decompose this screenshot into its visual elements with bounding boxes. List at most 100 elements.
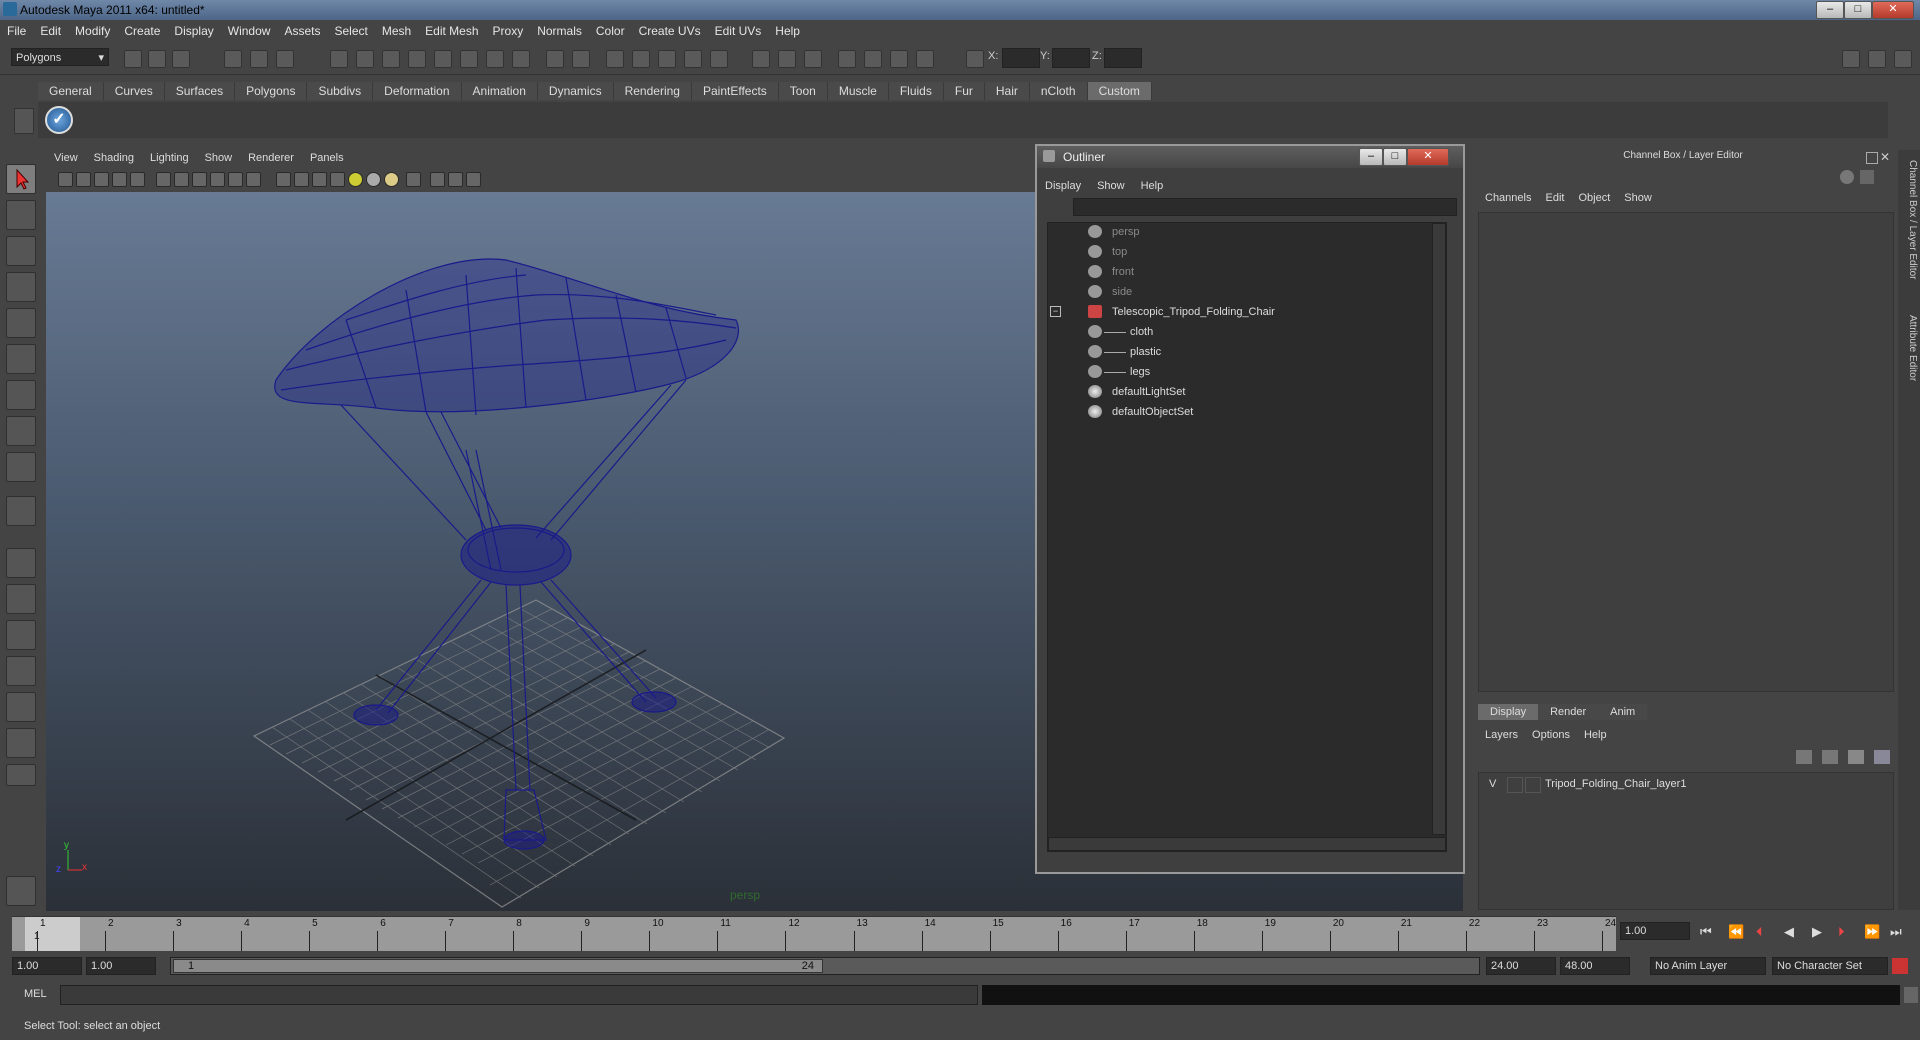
camera-select-icon[interactable]	[58, 172, 73, 187]
outliner-vertical-scrollbar[interactable]	[1432, 223, 1446, 835]
select-object-icon[interactable]	[250, 50, 268, 68]
play-forwards-button[interactable]: ▶	[1812, 924, 1822, 940]
snap-grid-icon[interactable]	[330, 50, 348, 68]
menu-edit-uvs[interactable]: Edit UVs	[708, 20, 769, 38]
graph-persp-layout-icon[interactable]	[6, 656, 36, 686]
dope-sheet-icon[interactable]	[864, 50, 882, 68]
soft-select-icon[interactable]	[804, 50, 822, 68]
hypershade-persp-layout-icon[interactable]	[6, 692, 36, 722]
four-pane-layout-icon[interactable]	[6, 584, 36, 614]
vp-menu-view[interactable]: View	[46, 150, 86, 166]
image-plane-icon[interactable]	[112, 172, 127, 187]
auto-key-icon[interactable]	[1892, 958, 1908, 974]
close-button[interactable]: ✕	[1872, 1, 1914, 19]
camera-attributes-icon[interactable]	[76, 172, 91, 187]
play-backwards-button[interactable]: ◀	[1784, 924, 1794, 940]
menu-display[interactable]: Display	[167, 20, 220, 38]
layer-menu-layers[interactable]: Layers	[1478, 729, 1525, 741]
tab-display-layers[interactable]: Display	[1478, 704, 1539, 720]
outliner-filter-input[interactable]	[1073, 198, 1457, 216]
step-back-button[interactable]: ⏪	[1728, 924, 1744, 940]
help-icon[interactable]	[512, 50, 530, 68]
move-layer-up-icon[interactable]	[1796, 750, 1812, 764]
snap-curve-icon[interactable]	[356, 50, 374, 68]
outliner-toggle-icon[interactable]	[916, 50, 934, 68]
last-tool-icon[interactable]	[6, 496, 36, 526]
tab-channel-box-vertical[interactable]: Channel Box / Layer Editor	[1900, 160, 1918, 280]
new-layer-from-selection-icon[interactable]	[1874, 750, 1890, 764]
lock-icon[interactable]	[546, 50, 564, 68]
tab-muscle[interactable]: Muscle	[827, 82, 889, 100]
show-manip-tool-icon[interactable]	[6, 452, 36, 482]
playback-start-field[interactable]: 1.00	[86, 957, 156, 975]
current-frame-field[interactable]: 1.00	[1620, 922, 1690, 940]
shadows-icon[interactable]	[384, 172, 399, 187]
layer-type-toggle[interactable]	[1507, 777, 1523, 793]
outliner-item[interactable]: defaultObjectSet	[1048, 403, 1438, 421]
menu-mesh[interactable]: Mesh	[375, 20, 418, 38]
safe-action-icon[interactable]	[246, 172, 261, 187]
channel-box-options-icon[interactable]	[1860, 170, 1874, 184]
tab-ncloth[interactable]: nCloth	[1029, 82, 1088, 100]
z-field[interactable]	[1104, 48, 1142, 68]
layer-row[interactable]: V Tripod_Folding_Chair_layer1	[1485, 775, 1885, 793]
menu-edit-mesh[interactable]: Edit Mesh	[418, 20, 485, 38]
tab-dynamics[interactable]: Dynamics	[537, 82, 614, 100]
close-panel-icon[interactable]: ✕	[1880, 150, 1890, 164]
outliner-persp-layout-icon[interactable]	[6, 620, 36, 650]
select-highlight-icon[interactable]	[572, 50, 590, 68]
y-field[interactable]	[1052, 48, 1090, 68]
outliner-item[interactable]: side	[1048, 283, 1438, 301]
cb-menu-channels[interactable]: Channels	[1478, 191, 1538, 205]
move-layer-down-icon[interactable]	[1822, 750, 1838, 764]
render-current-icon[interactable]	[606, 50, 624, 68]
playback-end-field[interactable]: 24.00	[1486, 957, 1556, 975]
menu-proxy[interactable]: Proxy	[486, 20, 531, 38]
tab-fur[interactable]: Fur	[943, 82, 985, 100]
outliner-item[interactable]: cloth	[1048, 323, 1438, 341]
go-to-end-button[interactable]: ⏭	[1890, 924, 1902, 940]
hypershade-icon[interactable]	[684, 50, 702, 68]
outliner-horizontal-scrollbar[interactable]	[1048, 837, 1446, 851]
menu-window[interactable]: Window	[221, 20, 278, 38]
menu-create-uvs[interactable]: Create UVs	[632, 20, 708, 38]
paint-select-tool-icon[interactable]	[6, 236, 36, 266]
cb-menu-show[interactable]: Show	[1617, 191, 1659, 205]
manipulator-tool-icon[interactable]	[6, 380, 36, 410]
input-ops-icon[interactable]	[486, 50, 504, 68]
snap-view-icon[interactable]	[408, 50, 426, 68]
vp-menu-show[interactable]: Show	[197, 150, 241, 166]
outliner-titlebar[interactable]: Outliner – □ ✕	[1037, 146, 1463, 168]
snap-point-icon[interactable]	[382, 50, 400, 68]
menu-assets[interactable]: Assets	[277, 20, 327, 38]
menu-modify[interactable]: Modify	[68, 20, 117, 38]
anim-layer-select[interactable]: No Anim Layer	[1650, 957, 1766, 975]
2d-pan-zoom-icon[interactable]	[130, 172, 145, 187]
command-language-label[interactable]: MEL	[24, 988, 47, 1000]
single-pane-layout-icon[interactable]	[6, 548, 36, 578]
tab-render-layers[interactable]: Render	[1538, 704, 1599, 720]
tab-painteffects[interactable]: PaintEffects	[691, 82, 779, 100]
tab-general[interactable]: General	[38, 82, 104, 100]
all-lights-icon[interactable]	[366, 172, 381, 187]
step-back-key-button[interactable]: ⏴	[1756, 924, 1763, 940]
soft-mod-tool-icon[interactable]	[6, 416, 36, 446]
tab-rendering[interactable]: Rendering	[613, 82, 692, 100]
outliner-menu-show[interactable]: Show	[1089, 179, 1133, 193]
wireframe-shading-icon[interactable]	[276, 172, 291, 187]
grid-toggle-icon[interactable]	[156, 172, 171, 187]
select-tool-icon[interactable]	[6, 164, 36, 194]
outliner-item[interactable]: top	[1048, 243, 1438, 261]
tab-hair[interactable]: Hair	[984, 82, 1030, 100]
layer-menu-help[interactable]: Help	[1577, 729, 1614, 741]
outliner-item[interactable]: defaultLightSet	[1048, 383, 1438, 401]
tab-fluids[interactable]: Fluids	[888, 82, 944, 100]
outliner-item[interactable]: front	[1048, 263, 1438, 281]
menu-set-select[interactable]: Polygons ▾	[11, 48, 109, 66]
menu-normals[interactable]: Normals	[530, 20, 589, 38]
select-component-icon[interactable]	[276, 50, 294, 68]
tab-custom[interactable]: Custom	[1087, 82, 1152, 100]
command-input[interactable]	[60, 985, 978, 1005]
channel-box-mode-icon[interactable]	[1840, 170, 1854, 184]
vp-menu-lighting[interactable]: Lighting	[142, 150, 197, 166]
